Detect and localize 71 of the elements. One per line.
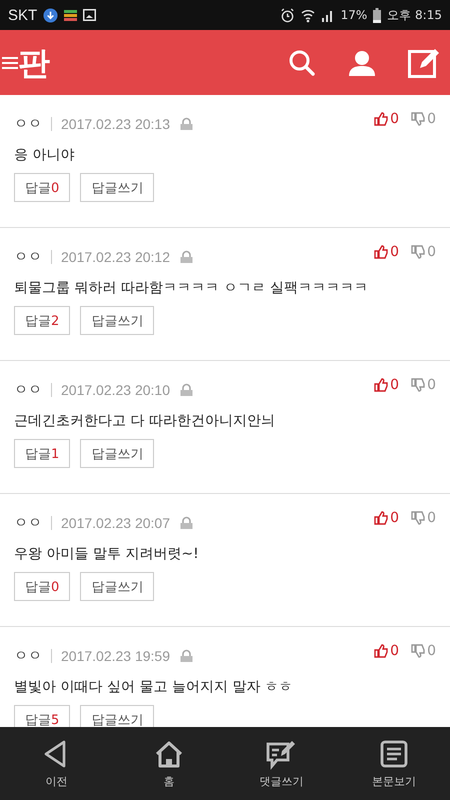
dislike-count: 0 — [427, 111, 436, 127]
battery-icon — [373, 8, 382, 22]
comment-edit-icon[interactable] — [265, 738, 298, 770]
logo[interactable]: 판 — [18, 46, 50, 78]
document-icon[interactable] — [378, 738, 410, 770]
author-name: ㅇㅇ — [14, 115, 42, 133]
write-reply-button[interactable]: 답글쓰기 — [80, 439, 154, 468]
download-icon — [43, 8, 58, 22]
wifi-icon — [300, 8, 315, 22]
like-count: 0 — [390, 643, 400, 659]
thumbs-up-icon[interactable] — [374, 378, 388, 392]
write-reply-button[interactable]: 답글쓰기 — [80, 705, 154, 727]
dislike-count: 0 — [427, 377, 436, 393]
comment-text: 응 아니야 — [14, 146, 76, 165]
storage-icon — [64, 10, 78, 20]
comment-date: 2017.02.23 20:13 — [61, 116, 170, 132]
dislike-count: 0 — [427, 244, 436, 260]
thumbs-down-icon[interactable] — [411, 378, 426, 392]
comment-date: 2017.02.23 20:07 — [61, 515, 170, 531]
nav-label[interactable]: 본문보기 — [372, 774, 416, 789]
clock: 오후 8:15 — [387, 6, 442, 24]
comment-date: 2017.02.23 20:10 — [61, 382, 170, 398]
nav-label[interactable]: 홈 — [163, 774, 174, 789]
thumbs-down-icon[interactable] — [411, 112, 426, 126]
like-count: 0 — [390, 510, 400, 526]
thumbs-down-icon[interactable] — [411, 511, 426, 525]
thumbs-up-icon[interactable] — [374, 644, 388, 658]
nav-label[interactable]: 댓글쓰기 — [259, 774, 304, 789]
battery-percent: 17% — [340, 8, 368, 22]
thumbs-down-icon[interactable] — [411, 245, 426, 259]
menu-icon[interactable] — [2, 56, 18, 70]
author-name: ㅇㅇ — [14, 647, 42, 665]
comment-text: 별빛아 이때다 싶어 물고 늘어지지 말자 ㅎㅎ — [14, 678, 294, 697]
lock-icon — [180, 383, 193, 397]
search-icon[interactable] — [288, 48, 316, 76]
author-name: ㅇㅇ — [14, 248, 42, 266]
like-count: 0 — [390, 244, 400, 260]
edit-icon[interactable] — [408, 48, 440, 78]
thumbs-up-icon[interactable] — [374, 112, 388, 126]
like-count: 0 — [390, 377, 400, 393]
lock-icon — [180, 649, 193, 663]
image-icon — [83, 9, 96, 21]
like-count: 0 — [390, 111, 400, 127]
dislike-count: 0 — [427, 643, 436, 659]
alarm-icon — [280, 8, 295, 22]
replies-button[interactable]: 답글1 — [14, 439, 70, 468]
replies-button[interactable]: 답글5 — [14, 705, 70, 727]
comment-text: 퇴물그룹 뭐하러 따라함ㅋㅋㅋㅋ ㅇㄱㄹ 실팩ㅋㅋㅋㅋㅋ — [14, 279, 369, 298]
lock-icon — [180, 516, 193, 530]
dislike-count: 0 — [427, 510, 436, 526]
author-name: ㅇㅇ — [14, 514, 42, 532]
carrier-name: SKT — [8, 6, 38, 24]
author-name: ㅇㅇ — [14, 381, 42, 399]
thumbs-up-icon[interactable] — [374, 245, 388, 259]
write-reply-button[interactable]: 답글쓰기 — [80, 572, 154, 601]
comment-text: 우왕 아미들 말투 지려버렷~! — [14, 545, 200, 564]
replies-button[interactable]: 답글2 — [14, 306, 70, 335]
lock-icon — [180, 117, 193, 131]
replies-button[interactable]: 답글0 — [14, 173, 70, 202]
signal-icon — [320, 8, 335, 22]
comment-date: 2017.02.23 20:12 — [61, 249, 170, 265]
thumbs-up-icon[interactable] — [374, 511, 388, 525]
comment-text: 근데긴초커한다고 다 따라한건아니지안늬 — [14, 412, 276, 431]
nav-label[interactable]: 이전 — [45, 774, 68, 789]
replies-button[interactable]: 답글0 — [14, 572, 70, 601]
write-reply-button[interactable]: 답글쓰기 — [80, 173, 154, 202]
lock-icon — [180, 250, 193, 264]
person-icon[interactable] — [348, 50, 376, 76]
comment-date: 2017.02.23 19:59 — [61, 648, 170, 664]
write-reply-button[interactable]: 답글쓰기 — [80, 306, 154, 335]
thumbs-down-icon[interactable] — [411, 644, 426, 658]
